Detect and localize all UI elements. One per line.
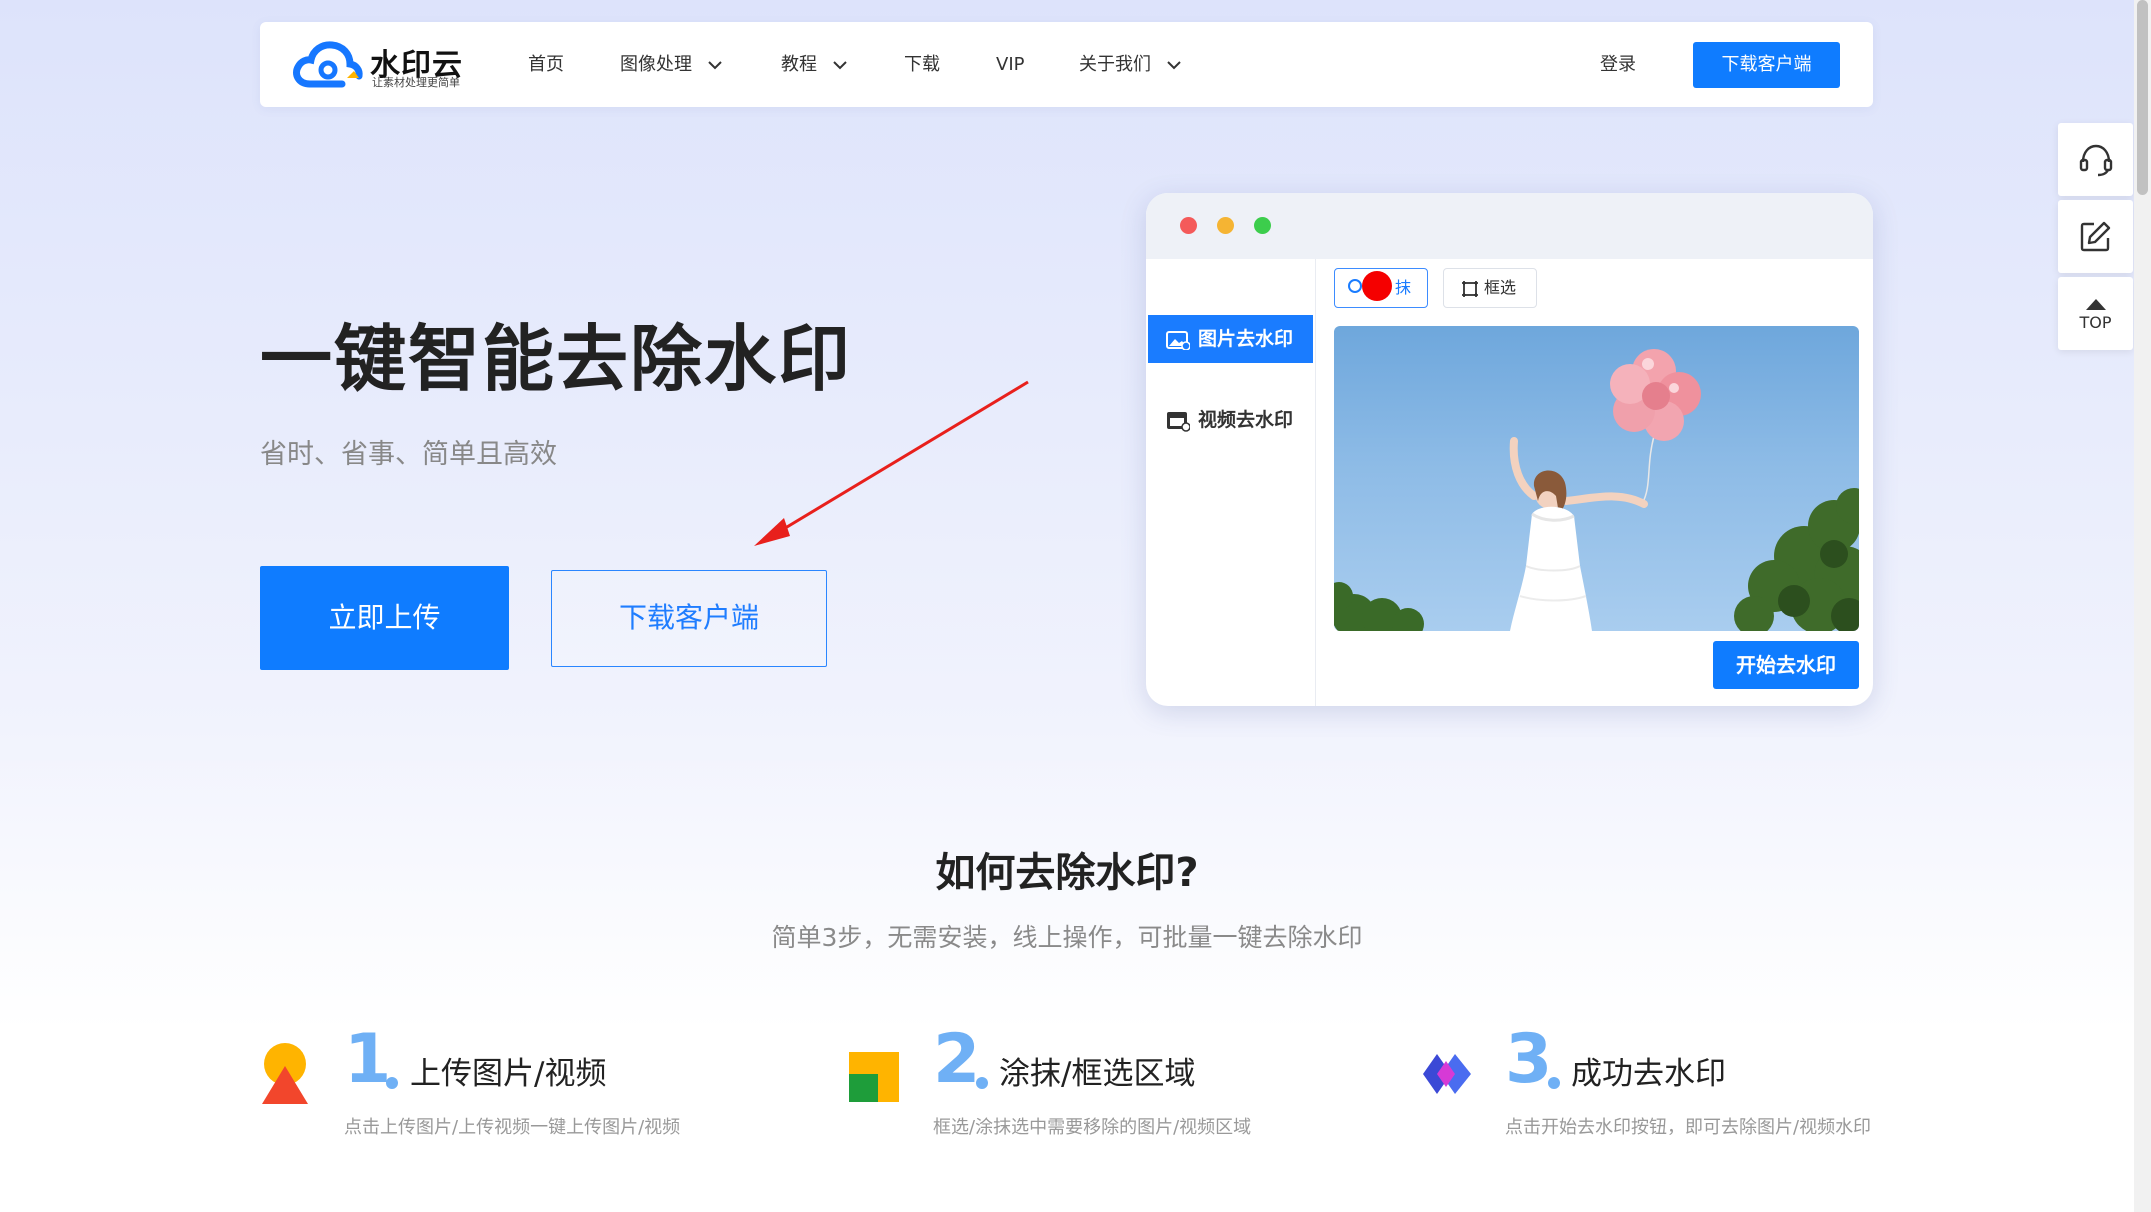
sidebar-item-label: 视频去水印	[1198, 409, 1294, 431]
photo-illustration	[1334, 349, 1859, 631]
nav-item-label: 首页	[528, 54, 564, 75]
preview-photo	[1334, 326, 1859, 631]
step-title: 成功去水印	[1571, 1056, 1726, 1092]
success-step-icon	[1423, 1054, 1471, 1094]
nav-item-tutorial[interactable]: 教程	[781, 22, 847, 107]
window-titlebar	[1146, 193, 1873, 259]
top-navbar: 水印云 让素材处理更简单 首页 图像处理 教程 下载 VIP 关于我们 登录 下…	[260, 22, 1873, 107]
nav-item-label: 关于我们	[1079, 54, 1151, 75]
box-select-tool-button[interactable]: 框选	[1443, 268, 1537, 308]
maximize-dot	[1254, 217, 1271, 234]
how-section-subtitle: 简单3步，无需安装，线上操作，可批量一键去除水印	[771, 923, 1363, 952]
nav-item-label: 下载	[904, 54, 940, 75]
sidebar-item-label: 图片去水印	[1198, 328, 1294, 350]
box-select-icon	[1462, 281, 1478, 297]
brush-icon	[1348, 279, 1362, 293]
step-number: 2	[933, 1020, 981, 1099]
mockup-sidebar: 图片去水印 视频去水印	[1146, 259, 1316, 706]
video-icon	[1167, 411, 1190, 432]
logo[interactable]: 水印云 让素材处理更简单	[292, 36, 482, 92]
step-number-dot	[1548, 1077, 1560, 1089]
step-description: 点击开始去水印按钮，即可去除图片/视频水印	[1505, 1117, 1872, 1138]
step-number-dot	[976, 1077, 988, 1089]
logo-slogan: 让素材处理更简单	[372, 76, 460, 89]
step-description: 框选/涂抹选中需要移除的图片/视频区域	[933, 1117, 1252, 1138]
chevron-down-icon	[1167, 60, 1181, 69]
caret-up-icon	[2086, 299, 2106, 310]
red-brush-marker	[1362, 271, 1392, 301]
step-number-dot	[386, 1077, 398, 1089]
sidebar-item-video-watermark[interactable]: 视频去水印	[1148, 396, 1313, 444]
step-title: 上传图片/视频	[410, 1056, 607, 1092]
customer-service-button[interactable]	[2058, 123, 2133, 196]
nav-item-image-processing[interactable]: 图像处理	[620, 22, 722, 107]
edit-icon	[2080, 221, 2111, 252]
download-client-nav-button[interactable]: 下载客户端	[1693, 42, 1840, 88]
nav-item-label: 教程	[781, 54, 817, 75]
chevron-down-icon	[708, 60, 722, 69]
upload-step-icon	[262, 1043, 308, 1104]
red-arrow-annotation	[754, 380, 1029, 546]
headset-icon	[2079, 144, 2113, 177]
step-description: 点击上传图片/上传视频一键上传图片/视频	[344, 1117, 681, 1138]
minimize-dot	[1217, 217, 1234, 234]
image-icon	[1166, 330, 1190, 350]
nav-item-label: VIP	[996, 54, 1025, 75]
step-number: 1	[344, 1020, 392, 1099]
download-client-button[interactable]: 下载客户端	[551, 570, 827, 667]
step-number: 3	[1505, 1020, 1553, 1099]
nav-item-home[interactable]: 首页	[528, 22, 564, 107]
how-section-title: 如何去除水印?	[935, 850, 1199, 896]
start-remove-watermark-button[interactable]: 开始去水印	[1713, 641, 1859, 689]
cloud-logo-icon	[293, 41, 363, 88]
chevron-down-icon	[833, 60, 847, 69]
nav-item-about[interactable]: 关于我们	[1079, 22, 1181, 107]
back-to-top-button[interactable]: TOP	[2058, 277, 2133, 350]
nav-item-label: 图像处理	[620, 54, 692, 75]
box-select-tool-label: 框选	[1484, 278, 1517, 297]
nav-item-vip[interactable]: VIP	[996, 22, 1024, 107]
nav-item-download[interactable]: 下载	[904, 22, 940, 107]
feedback-button[interactable]	[2058, 200, 2133, 273]
login-link[interactable]: 登录	[1600, 22, 1636, 107]
smear-tool-label: 抹	[1395, 278, 1412, 297]
top-label: TOP	[2079, 313, 2112, 332]
hero-subtitle: 省时、省事、简单且高效	[260, 439, 557, 470]
app-preview-mockup: 图片去水印 视频去水印 抹 框选 开始去水印	[1146, 193, 1873, 706]
sidebar-item-image-watermark[interactable]: 图片去水印	[1148, 315, 1313, 363]
upload-now-button[interactable]: 立即上传	[260, 566, 509, 670]
step-title: 涂抹/框选区域	[999, 1056, 1196, 1092]
scrollbar-thumb[interactable]	[2137, 0, 2148, 195]
close-dot	[1180, 217, 1197, 234]
select-area-step-icon	[849, 1052, 899, 1102]
